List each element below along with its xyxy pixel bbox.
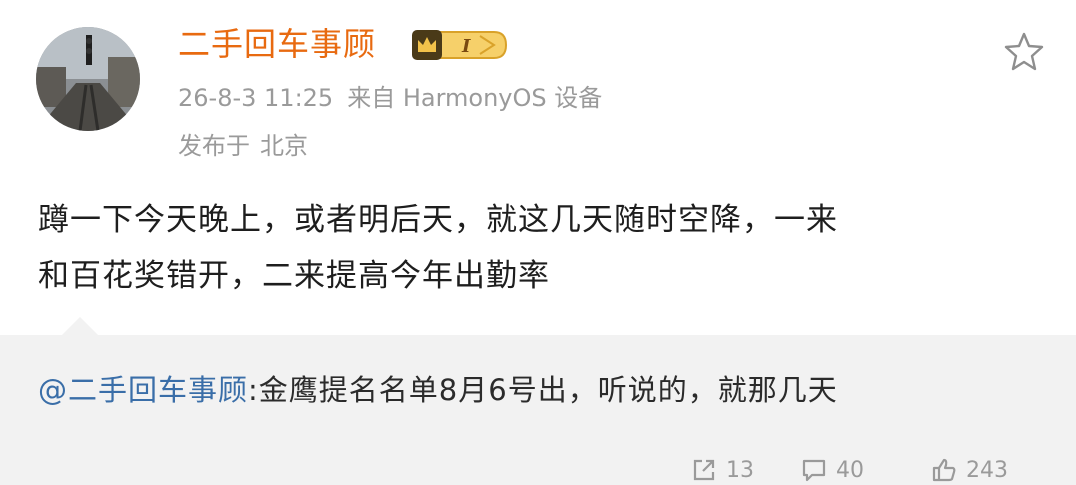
crown-icon: I: [412, 30, 508, 60]
action-bar: 13 40 243: [690, 455, 1076, 485]
location-value: 北京: [260, 132, 308, 160]
post-location: 发布于 北京: [178, 128, 308, 164]
location-prefix: 发布于: [178, 132, 250, 160]
share-button[interactable]: 13: [690, 456, 800, 484]
post-body-line: 蹲一下今天晚上，或者明后天，就这几天随时空降，一来: [38, 202, 838, 238]
share-icon: [693, 459, 715, 481]
post-body-line: 和百花奖错开，二来提高今年出勤率: [38, 258, 550, 294]
star-outline-icon: [1004, 32, 1044, 71]
vip-badge[interactable]: I: [410, 28, 508, 62]
comment-count: 40: [836, 457, 864, 483]
avatar[interactable]: [36, 27, 140, 131]
share-count: 13: [726, 457, 754, 483]
favorite-button[interactable]: [1002, 30, 1046, 74]
weibo-post: 二手回车事顾 I 26-8-3 11:25 来自 HarmonyOS 设备 发布于…: [0, 0, 1076, 335]
comment-icon: [802, 459, 826, 482]
post-body: 蹲一下今天晚上，或者明后天，就这几天随时空降，一来 和百花奖错开，二来提高今年出…: [38, 192, 1048, 304]
avatar-photo: [36, 27, 140, 131]
like-button[interactable]: 243: [930, 456, 1050, 484]
repost-text: @二手回车事顾:金鹰提名名单8月6号出，听说的，就那几天: [38, 365, 1058, 415]
like-count: 243: [966, 457, 1008, 483]
repost-content: :金鹰提名名单8月6号出，听说的，就那几天: [248, 373, 838, 407]
post-source[interactable]: 来自 HarmonyOS 设备: [347, 84, 602, 112]
quoted-repost[interactable]: @二手回车事顾:金鹰提名名单8月6号出，听说的，就那几天 13 40 243: [0, 335, 1076, 485]
like-icon: [932, 458, 956, 482]
vip-level-text: I: [461, 36, 471, 57]
author-name[interactable]: 二手回车事顾: [178, 22, 376, 66]
repost-mention-link[interactable]: @二手回车事顾: [38, 373, 248, 407]
comment-button[interactable]: 40: [800, 456, 930, 484]
post-meta: 26-8-3 11:25 来自 HarmonyOS 设备: [178, 80, 616, 116]
post-timestamp: 26-8-3 11:25: [178, 84, 334, 112]
repost-pointer: [62, 317, 98, 335]
